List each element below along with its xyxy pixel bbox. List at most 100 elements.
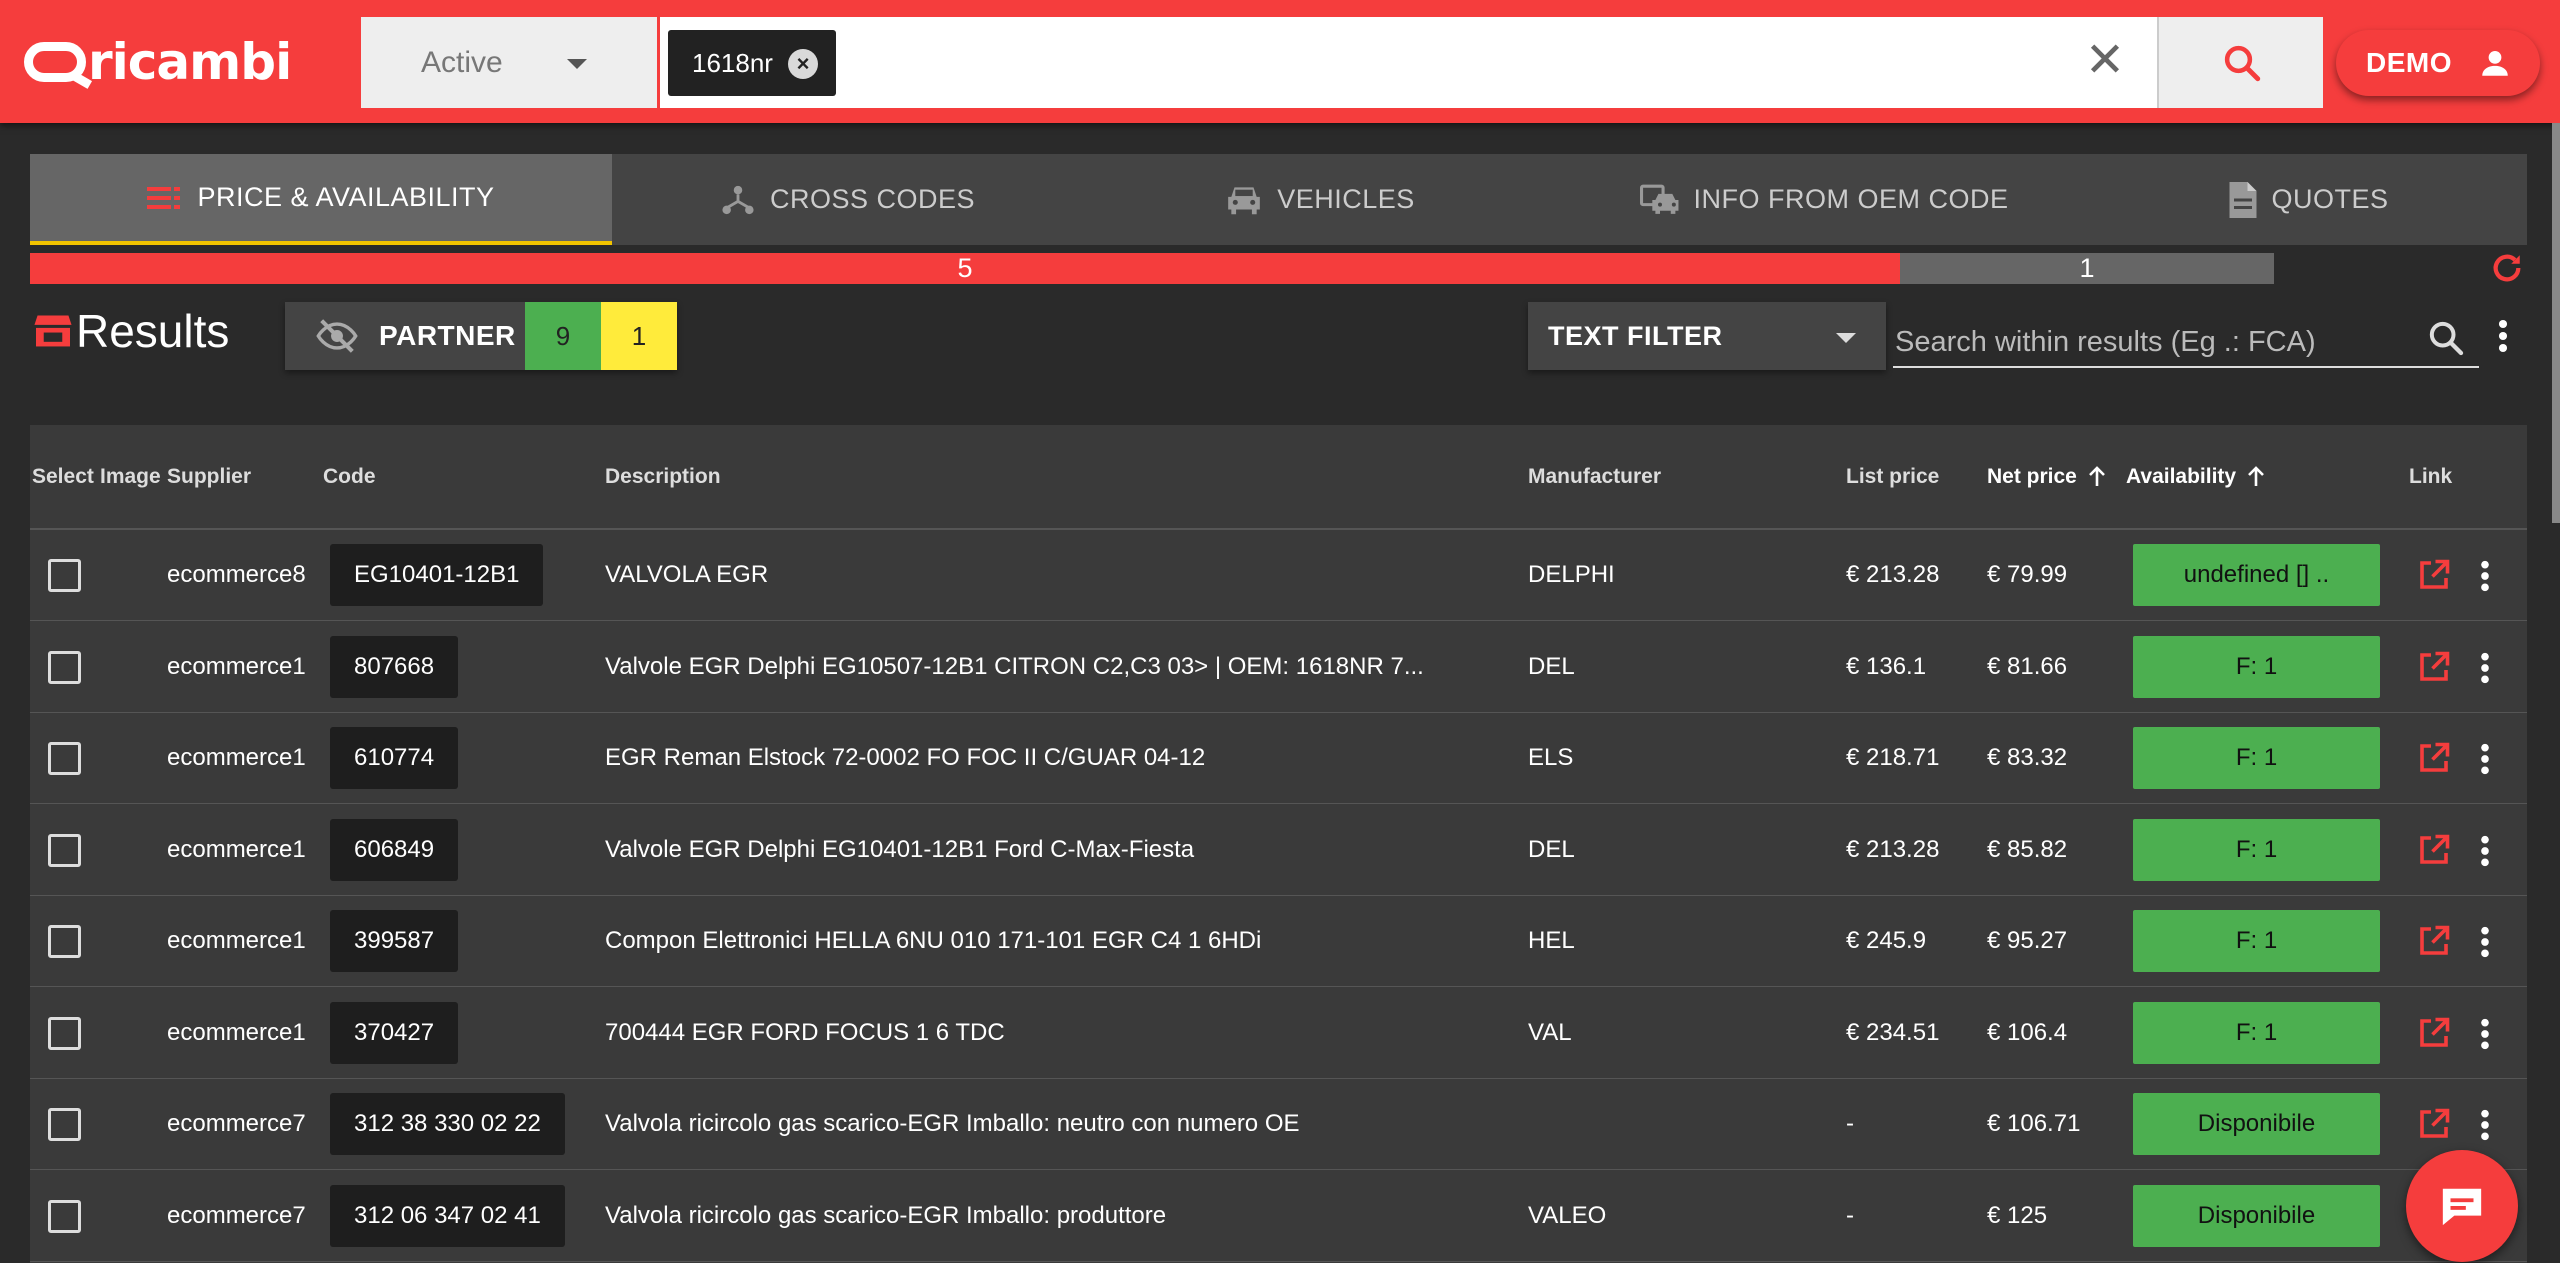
code-badge[interactable]: 606849 (330, 818, 459, 881)
top-bar: ricambi Active 1618nr × ✕ DEMO (0, 0, 2560, 123)
tab-info-oem[interactable]: INFO FROM OEM CODE (1557, 154, 2091, 245)
external-link-icon[interactable] (2416, 1106, 2452, 1142)
search-icon[interactable] (2426, 318, 2466, 358)
status-select[interactable]: Active (361, 17, 657, 108)
code-badge[interactable]: 312 38 330 02 22 (330, 1093, 565, 1155)
more-options-icon[interactable] (2493, 318, 2513, 354)
external-link-icon[interactable] (2416, 649, 2452, 685)
description-cell: Valvola ricircolo gas scarico-EGR Imball… (605, 1110, 1300, 1137)
external-link-icon[interactable] (2416, 923, 2452, 959)
availability-badge[interactable]: F: 1 (2133, 727, 2380, 789)
code-badge[interactable]: 399587 (330, 910, 459, 972)
tab-label: CROSS CODES (769, 184, 976, 214)
table-row[interactable]: ecommerce1 606849 Valvole EGR Delphi EG104… (30, 805, 2527, 896)
manufacturer-cell: ELS (1528, 744, 1574, 771)
external-link-icon[interactable] (2416, 1015, 2452, 1051)
availability-badge[interactable]: Disponibile (2133, 1093, 2380, 1155)
list-price-cell: - (1846, 1110, 1854, 1137)
table-row[interactable]: ecommerce1 399587 Compon Elettronici HELLA… (30, 896, 2527, 987)
availability-badge[interactable]: F: 1 (2133, 1001, 2380, 1064)
row-select-checkbox[interactable] (48, 1199, 81, 1233)
table-row[interactable]: ecommerce8 EG10401-12B1 VALVOLA EGR DELPHI €… (30, 530, 2527, 621)
search-input[interactable]: 1618nr × (660, 17, 2157, 108)
table-row[interactable]: ecommerce1 610774 EGR Reman Elstock 72-000… (30, 713, 2527, 804)
row-more-options-icon[interactable] (2477, 1108, 2493, 1142)
availability-badge[interactable]: F: 1 (2133, 910, 2380, 972)
text-filter-select[interactable]: TEXT FILTER (1528, 302, 1886, 370)
truck-car-icon (1639, 184, 1678, 214)
row-select-checkbox[interactable] (48, 925, 81, 958)
list-price-cell: € 234.51 (1846, 1018, 1940, 1046)
table-row[interactable]: ecommerce7 312 38 330 02 22 Valvola ricirc… (30, 1079, 2527, 1170)
chip-remove-icon[interactable]: × (788, 49, 818, 79)
green-count-badge[interactable]: 9 (525, 302, 601, 370)
list-price-cell: € 218.71 (1846, 744, 1940, 771)
row-more-options-icon[interactable] (2477, 651, 2493, 685)
chevron-down-icon (567, 59, 587, 69)
header-manufacturer: Manufacturer (1528, 465, 1662, 488)
user-account-button[interactable]: DEMO (2336, 30, 2540, 96)
progress-grey-count: 1 (2079, 253, 2095, 283)
results-table: Select Image Supplier Code Description M… (30, 425, 2527, 1263)
text-filter-label: TEXT FILTER (1548, 320, 1723, 351)
net-price-cell: € 106.71 (1987, 1110, 2081, 1137)
row-more-options-icon[interactable] (2477, 559, 2493, 593)
search-button[interactable] (2157, 17, 2323, 108)
row-select-checkbox[interactable] (48, 1108, 81, 1141)
external-link-icon[interactable] (2416, 740, 2452, 776)
row-select-checkbox[interactable] (48, 833, 81, 867)
external-link-icon[interactable] (2416, 832, 2452, 868)
header-availability-label: Availability (2126, 465, 2237, 488)
search-chip: 1618nr × (668, 30, 836, 96)
code-badge[interactable]: 610774 (330, 727, 459, 789)
results-progress-bar: 5 1 (30, 253, 2527, 284)
tab-label: PRICE & AVAILABILITY (197, 182, 495, 212)
list-price-cell: € 136.1 (1846, 652, 1927, 680)
progress-grey-segment: 1 (1900, 253, 2274, 284)
yellow-count-badge[interactable]: 1 (601, 302, 677, 370)
row-select-checkbox[interactable] (48, 559, 81, 592)
progress-red-segment: 5 (30, 253, 1900, 284)
row-more-options-icon[interactable] (2477, 925, 2493, 959)
results-filter-input[interactable]: Search within results (Eg .: FCA) (1893, 312, 2479, 368)
row-more-options-icon[interactable] (2477, 834, 2493, 868)
refresh-icon[interactable] (2490, 251, 2524, 285)
availability-badge[interactable]: undefined [] .. (2133, 544, 2380, 606)
row-select-checkbox[interactable] (48, 742, 81, 775)
net-price-cell: € 81.66 (1987, 652, 2068, 680)
row-select-checkbox[interactable] (48, 1016, 81, 1050)
table-row[interactable]: ecommerce1 807668 Valvole EGR Delphi EG105… (30, 622, 2527, 713)
chat-button[interactable] (2406, 1150, 2518, 1262)
manufacturer-cell: VALEO (1528, 1201, 1607, 1229)
table-row[interactable]: ecommerce1 370427 700444 EGR FORD FOCUS 1 … (30, 988, 2527, 1079)
availability-badge[interactable]: F: 1 (2133, 635, 2380, 698)
external-link-icon[interactable] (2416, 557, 2452, 593)
partner-filter: PARTNER 9 1 (285, 302, 677, 370)
row-more-options-icon[interactable] (2477, 1017, 2493, 1051)
availability-badge[interactable]: Disponibile (2133, 1184, 2380, 1247)
row-select-checkbox[interactable] (48, 650, 81, 684)
chat-icon (2442, 1188, 2482, 1226)
partner-toggle-button[interactable]: PARTNER (285, 302, 525, 370)
code-badge[interactable]: EG10401-12B1 (330, 544, 544, 606)
availability-badge[interactable]: F: 1 (2133, 818, 2380, 881)
page-scrollbar[interactable] (2552, 123, 2560, 523)
description-cell: Valvole EGR Delphi EG10507-12B1 CITRON C… (605, 652, 1424, 680)
code-badge[interactable]: 312 06 347 02 41 (330, 1184, 565, 1247)
header-net-price[interactable]: Net price (1987, 465, 2109, 489)
tab-vehicles[interactable]: VEHICLES (1083, 154, 1557, 245)
brand-logo[interactable]: ricambi (24, 33, 292, 91)
tab-price-availability[interactable]: PRICE & AVAILABILITY (30, 154, 612, 245)
tab-cross-codes[interactable]: CROSS CODES (612, 154, 1083, 245)
clear-search-icon[interactable]: ✕ (2083, 36, 2127, 86)
code-badge[interactable]: 807668 (330, 635, 459, 698)
manufacturer-cell: DEL (1528, 835, 1575, 863)
progress-red-count: 5 (957, 253, 973, 283)
header-link: Link (2409, 465, 2453, 488)
header-availability[interactable]: Availability (2126, 465, 2268, 489)
search-chip-label: 1618nr (692, 47, 773, 78)
code-badge[interactable]: 370427 (330, 1001, 459, 1064)
tab-quotes[interactable]: QUOTES (2091, 154, 2527, 245)
table-row[interactable]: ecommerce7 312 06 347 02 41 Valvola ricirc… (30, 1171, 2527, 1262)
row-more-options-icon[interactable] (2477, 742, 2493, 776)
